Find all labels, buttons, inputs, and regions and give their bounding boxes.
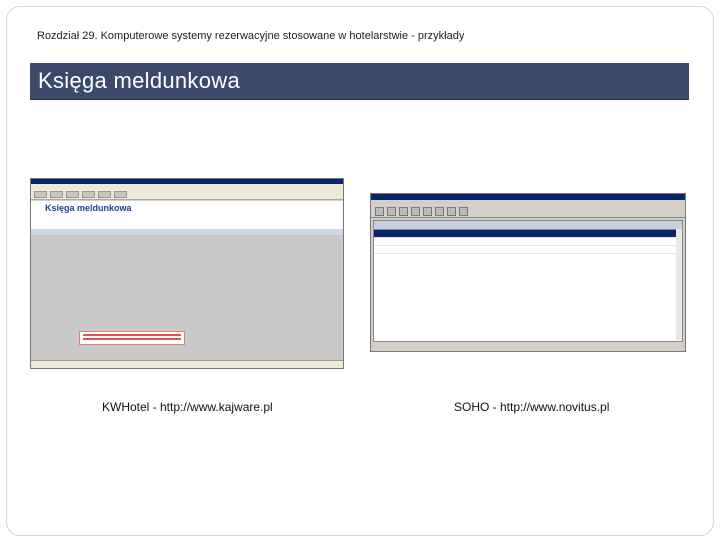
slide-title: Księga meldunkowa — [38, 68, 240, 93]
toolbar-button-icon — [66, 191, 79, 198]
table-row — [374, 238, 682, 246]
toolbar-button-icon — [34, 191, 47, 198]
toolbar-button-icon — [82, 191, 95, 198]
toolbar-button-icon — [375, 207, 384, 216]
toolbar — [371, 206, 685, 218]
table-header — [374, 221, 682, 230]
toolbar-button-icon — [50, 191, 63, 198]
filter-panel: Księga meldunkowa — [31, 201, 343, 230]
toolbar-button-icon — [447, 207, 456, 216]
scrollbar — [676, 229, 682, 340]
table-row — [374, 246, 682, 254]
grid-body — [31, 235, 343, 360]
kwhotel-caption: KWHotel - http://www.kajware.pl — [102, 400, 273, 414]
toolbar — [31, 190, 343, 200]
status-bar — [31, 360, 343, 368]
title-bar: Księga meldunkowa — [30, 63, 689, 100]
toolbar-button-icon — [459, 207, 468, 216]
toolbar-button-icon — [387, 207, 396, 216]
toolbar-button-icon — [98, 191, 111, 198]
warning-popup — [79, 331, 185, 345]
chapter-heading: Rozdział 29. Komputerowe systemy rezerwa… — [37, 30, 465, 42]
toolbar-button-icon — [423, 207, 432, 216]
toolbar-button-icon — [411, 207, 420, 216]
soho-caption: SOHO - http://www.novitus.pl — [454, 400, 610, 414]
toolbar-button-icon — [114, 191, 127, 198]
table-row — [374, 230, 682, 238]
kwhotel-screenshot: Księga meldunkowa — [30, 178, 344, 369]
soho-screenshot — [370, 193, 686, 352]
registry-table — [373, 220, 683, 342]
app-heading: Księga meldunkowa — [45, 203, 132, 213]
toolbar-button-icon — [399, 207, 408, 216]
toolbar-button-icon — [435, 207, 444, 216]
